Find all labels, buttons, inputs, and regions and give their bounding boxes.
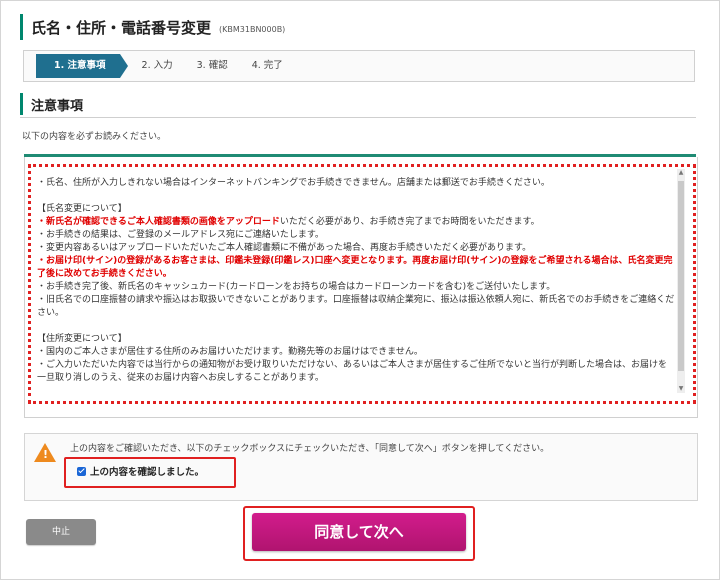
- notice-line: ・変更内容あるいはアップロードいただいたご本人確認書類に不備があった場合、再度お…: [37, 243, 532, 253]
- notice-line: ・お手続きの結果は、ご登録のメールアドレス宛にご連絡いたします。: [37, 230, 324, 240]
- name-change-heading: 【氏名変更について】: [37, 204, 127, 214]
- title-accent-bar: [20, 14, 23, 40]
- notice-line: ・国内のご本人さまが居住する住所のみお届けいただけます。勤務先等のお届けはできま…: [37, 347, 423, 357]
- page-header: 氏名・住所・電話番号変更 (KBM31BN000B): [20, 14, 285, 40]
- notice-scroll-area[interactable]: ・氏名、住所が入力しきれない場合はインターネットバンキングでお手続きできません。…: [37, 177, 675, 389]
- section-title: 注意事項: [31, 98, 84, 114]
- notice-line: ・ご入力いただいた内容では当行からの通知物がお受け取りいただけない、あるいはご本…: [37, 360, 668, 383]
- notice-line: ・お手続き完了後、新氏名のキャッシュカード(カードローンをお持ちの場合はカードロ…: [37, 282, 556, 292]
- address-change-heading: 【住所変更について】: [37, 334, 127, 344]
- confirm-checkbox-label[interactable]: 上の内容を確認しました。: [90, 464, 204, 478]
- confirm-checkbox[interactable]: [77, 466, 86, 476]
- intro-text: 以下の内容を必ずお読みください。: [22, 132, 167, 142]
- notice-scrollbar[interactable]: ▲ ▼: [677, 169, 685, 393]
- scroll-up-arrow-icon[interactable]: ▲: [677, 169, 685, 177]
- step-complete: 4. 完了: [251, 60, 283, 71]
- section-heading: 注意事項: [20, 93, 83, 115]
- notice-text: いただく必要があり、お手続き完了までお時間をいただきます。: [279, 217, 540, 227]
- cancel-button[interactable]: 中止: [26, 519, 96, 545]
- step-notice: 1. 注意事項: [36, 54, 128, 78]
- notice-line: ・氏名、住所が入力しきれない場合はインターネットバンキングでお手続きできません。…: [37, 178, 550, 188]
- step-confirm: 3. 確認: [196, 60, 228, 71]
- notice-line: ・新氏名が確認できるご本人確認書類の画像をアップロードいただく必要があり、お手続…: [37, 216, 675, 229]
- section-divider: [20, 117, 696, 118]
- scroll-down-arrow-icon[interactable]: ▼: [677, 385, 685, 393]
- agree-next-button[interactable]: 同意して次へ: [252, 513, 466, 551]
- screen-code: (KBM31BN000B): [219, 24, 286, 34]
- warning-exclamation-icon: !: [43, 448, 49, 461]
- page-title: 氏名・住所・電話番号変更: [31, 18, 212, 37]
- notice-red-text: ・新氏名が確認できるご本人確認書類の画像をアップロード: [37, 217, 280, 227]
- scroll-thumb[interactable]: [678, 181, 684, 371]
- step-input: 2. 入力: [141, 60, 173, 71]
- notice-red-line: ・お届け印(サイン)の登録があるお客さまは、印鑑未登録(印鑑レス)口座へ変更とな…: [37, 256, 673, 279]
- progress-steps: 1. 注意事項 2. 入力 3. 確認 4. 完了: [23, 50, 695, 82]
- confirm-checkbox-row[interactable]: 上の内容を確認しました。: [77, 464, 204, 478]
- section-accent-bar: [20, 93, 23, 115]
- notice-line: ・旧氏名での口座振替の請求や振込はお取扱いできないことがあります。口座振替は収納…: [37, 295, 675, 318]
- confirmation-instructions: 上の内容をご確認いただき、以下のチェックボックスにチェックいただき、「同意して次…: [70, 444, 550, 454]
